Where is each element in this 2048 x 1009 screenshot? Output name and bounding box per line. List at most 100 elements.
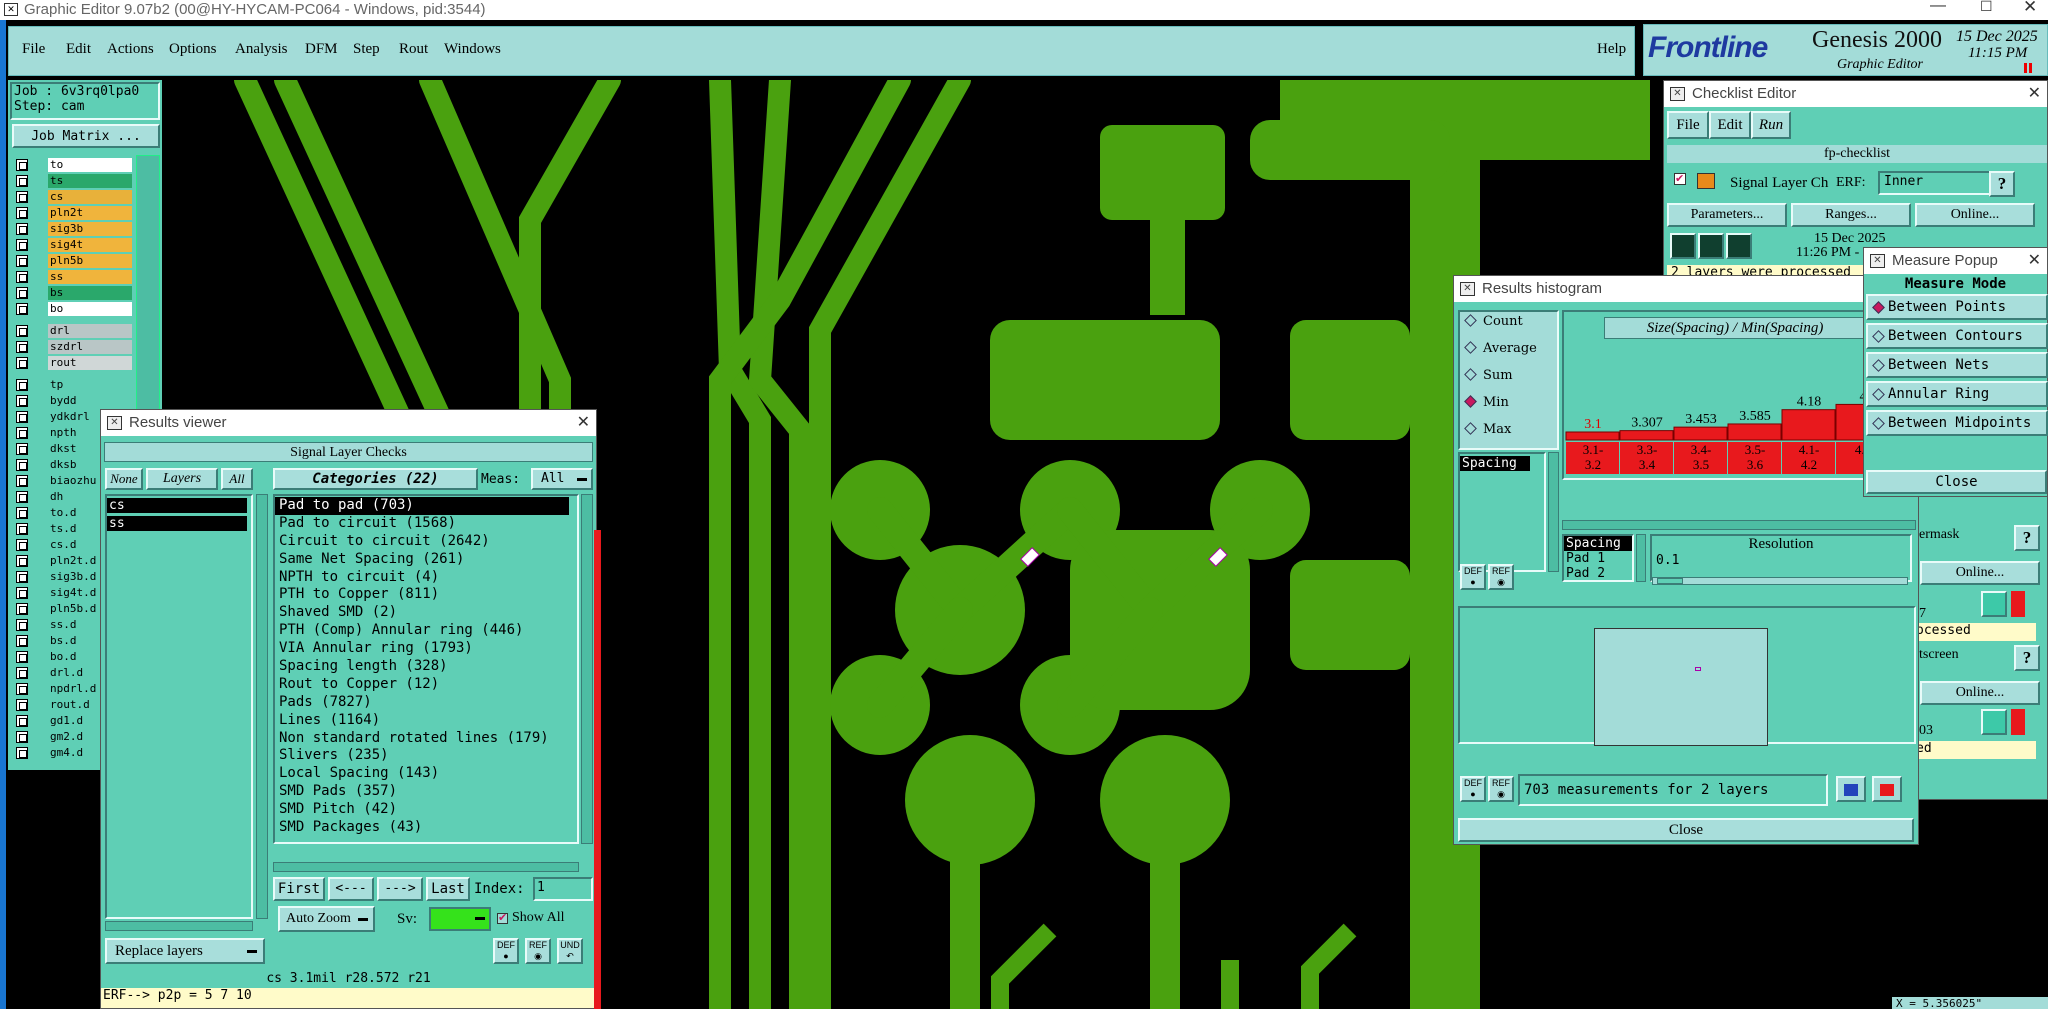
category-item[interactable]: Pad to circuit (1568): [275, 515, 577, 533]
layer-checkbox-drl[interactable]: [16, 325, 28, 337]
run-step-icon[interactable]: [1726, 233, 1752, 259]
layer-checkbox-sig3b[interactable]: [16, 223, 28, 235]
histogram-bar[interactable]: [1619, 430, 1674, 441]
layer-checkbox-pln5b[interactable]: [16, 255, 28, 267]
resolution-slider-handle[interactable]: [1657, 578, 1683, 584]
layer-checkbox-cs-d[interactable]: [16, 539, 28, 551]
layer-checkbox-sig3b-d[interactable]: [16, 571, 28, 583]
layer-checkbox-bo[interactable]: [16, 303, 28, 315]
menu-windows[interactable]: Windows: [444, 41, 501, 58]
histogram-bar[interactable]: [1727, 423, 1782, 441]
layers-hscroll[interactable]: [105, 921, 253, 931]
category-item[interactable]: PTH to Copper (811): [275, 586, 577, 604]
layer-item-ss[interactable]: ss: [107, 516, 247, 531]
layers-header-button[interactable]: Layers: [146, 468, 218, 490]
job-matrix-button[interactable]: Job Matrix ...: [12, 124, 160, 148]
undo-icon[interactable]: UND ↶: [557, 938, 583, 964]
pad-item-1[interactable]: Pad 1: [1564, 551, 1632, 566]
layer-checkbox-ts[interactable]: [16, 175, 28, 187]
categories-button[interactable]: Categories (22): [273, 468, 478, 490]
layer-checkbox-npdrl-d[interactable]: [16, 683, 28, 695]
layer-checkbox-sig4t-d[interactable]: [16, 587, 28, 599]
layers-all-button[interactable]: All: [221, 468, 253, 490]
layer-to[interactable]: to: [48, 158, 132, 172]
help-icon-2[interactable]: ?: [2014, 525, 2040, 551]
meas-dropdown[interactable]: All: [531, 468, 593, 490]
category-item[interactable]: Same Net Spacing (261): [275, 551, 577, 569]
measure-mode-between-points[interactable]: Between Points: [1866, 294, 2048, 320]
layer-checkbox-biaozhu[interactable]: [16, 475, 28, 487]
layer-checkbox-rout[interactable]: [16, 357, 28, 369]
histogram-bar[interactable]: [1565, 431, 1620, 441]
type-item-spacing[interactable]: Spacing: [1460, 456, 1530, 471]
measure-mode-between-contours[interactable]: Between Contours: [1866, 323, 2048, 349]
category-item[interactable]: VIA Annular ring (1793): [275, 640, 577, 658]
layer-checkbox-drl-d[interactable]: [16, 667, 28, 679]
type-def-icon[interactable]: DEF ●: [1460, 564, 1486, 590]
preview-def-icon[interactable]: DEF ●: [1460, 776, 1486, 802]
layer-checkbox-bydd[interactable]: [16, 395, 28, 407]
type-ref-icon[interactable]: REF ◉: [1488, 564, 1514, 590]
close-icon[interactable]: ✕: [2023, 0, 2037, 17]
menu-help[interactable]: Help: [1597, 41, 1626, 58]
layer-pln5b[interactable]: pln5b: [48, 254, 132, 268]
layer-checkbox-bs-d[interactable]: [16, 635, 28, 647]
layer-cs[interactable]: cs: [48, 190, 132, 204]
menu-file[interactable]: File: [22, 41, 45, 58]
layer-checkbox-sig4t[interactable]: [16, 239, 28, 251]
checklist-close-icon[interactable]: ✕: [2028, 81, 2041, 107]
category-item[interactable]: Lines (1164): [275, 712, 577, 730]
category-item[interactable]: Pad to pad (703): [275, 497, 569, 515]
layer-sig3b[interactable]: sig3b: [48, 222, 132, 236]
results-viewer-close-icon[interactable]: ✕: [577, 410, 590, 436]
layer-checkbox-dkst[interactable]: [16, 443, 28, 455]
category-item[interactable]: SMD Packages (43): [275, 819, 577, 837]
layer-ts[interactable]: ts: [48, 174, 132, 188]
menu-edit[interactable]: Edit: [66, 41, 91, 58]
layer-checkbox-ss[interactable]: [16, 271, 28, 283]
category-item[interactable]: Shaved SMD (2): [275, 604, 577, 622]
layer-checkbox-tp[interactable]: [16, 379, 28, 391]
help-icon-3[interactable]: ?: [2014, 645, 2040, 671]
measure-mode-between-nets[interactable]: Between Nets: [1866, 352, 2048, 378]
layer-checkbox-cs[interactable]: [16, 191, 28, 203]
measure-popup-close-icon[interactable]: ✕: [2028, 248, 2041, 274]
layer-checkbox-rout-d[interactable]: [16, 699, 28, 711]
layer-checkbox-dksb[interactable]: [16, 459, 28, 471]
online-button[interactable]: Online...: [1915, 203, 2035, 227]
maximize-icon[interactable]: ☐: [1980, 0, 1993, 15]
category-item[interactable]: Circuit to circuit (2642): [275, 533, 577, 551]
layer-tp[interactable]: tp: [48, 378, 132, 392]
menu-actions[interactable]: Actions: [107, 41, 154, 58]
layer-checkbox-to-d[interactable]: [16, 507, 28, 519]
zoom-icon[interactable]: [1981, 591, 2007, 617]
menu-analysis[interactable]: Analysis: [235, 41, 288, 58]
histogram-close-button[interactable]: Close: [1458, 818, 1914, 842]
show-all-checkbox[interactable]: ✔: [497, 913, 508, 924]
first-button[interactable]: First: [273, 877, 325, 901]
layer-drl[interactable]: drl: [48, 324, 132, 338]
report-icon[interactable]: [1872, 776, 1902, 802]
layer-rout[interactable]: rout: [48, 356, 132, 370]
measure-close-button[interactable]: Close: [1866, 470, 2047, 494]
layers-vscroll[interactable]: [256, 494, 268, 919]
layer-szdrl[interactable]: szdrl: [48, 340, 132, 354]
menu-rout[interactable]: Rout: [399, 41, 428, 58]
layer-checkbox-pln5b-d[interactable]: [16, 603, 28, 615]
mode-radio-min[interactable]: Min: [1464, 395, 1509, 410]
histogram-bar[interactable]: [1673, 426, 1728, 441]
checklist-menu-file[interactable]: File: [1667, 111, 1709, 139]
erf-input[interactable]: Inner: [1878, 171, 1993, 195]
layer-bydd[interactable]: bydd: [48, 394, 132, 408]
prev-button[interactable]: <---: [328, 877, 374, 901]
layer-item-cs[interactable]: cs: [107, 498, 247, 513]
categories-vscroll[interactable]: [581, 494, 593, 844]
measure-mode-annular-ring[interactable]: Annular Ring: [1866, 381, 2048, 407]
layer-checkbox-szdrl[interactable]: [16, 341, 28, 353]
mode-radio-count[interactable]: Count: [1464, 314, 1523, 329]
online-button-2[interactable]: Online...: [1920, 561, 2040, 585]
histogram-bar[interactable]: [1781, 409, 1836, 441]
index-input[interactable]: 1: [533, 877, 593, 901]
parameters-button[interactable]: Parameters...: [1667, 203, 1787, 227]
category-item[interactable]: PTH (Comp) Annular ring (446): [275, 622, 577, 640]
